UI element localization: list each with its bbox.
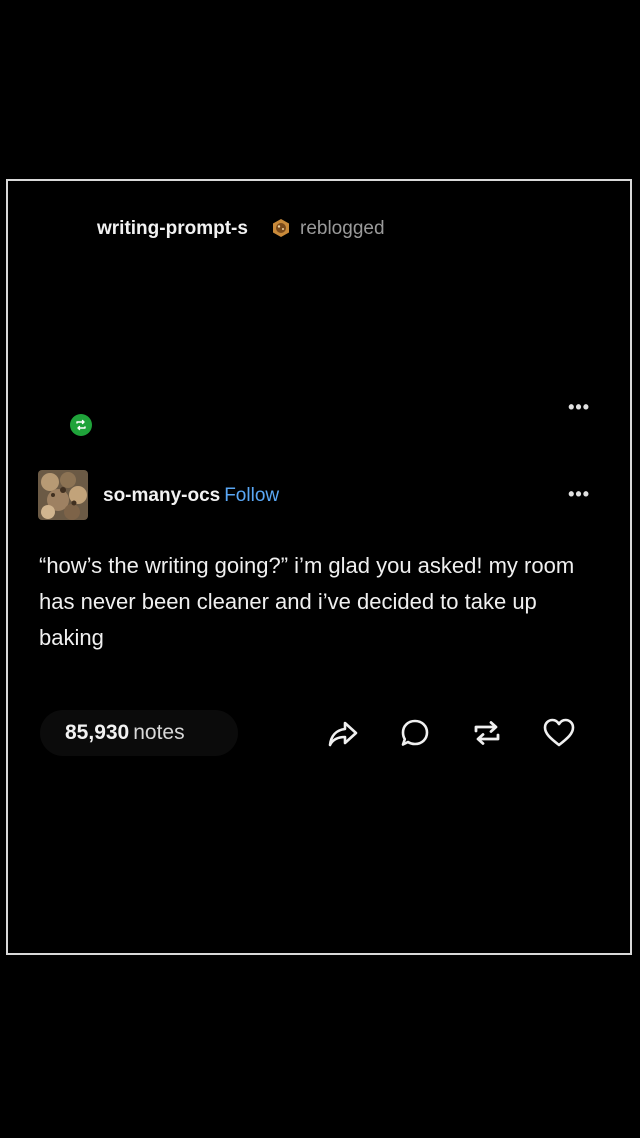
heart-icon[interactable] — [540, 714, 578, 752]
author-username[interactable]: so-many-ocs — [103, 485, 220, 506]
reblogged-text: reblogged — [300, 218, 385, 239]
share-icon[interactable] — [324, 714, 362, 752]
reply-icon[interactable] — [396, 714, 434, 752]
more-options-icon[interactable]: ••• — [568, 398, 590, 416]
follow-button[interactable]: Follow — [224, 485, 279, 506]
reblogger-username[interactable]: writing-prompt-s — [97, 218, 248, 240]
reblog-header: writing-prompt-s reblogged — [64, 214, 584, 244]
avatar[interactable] — [38, 470, 88, 520]
post-text: “how’s the writing going?” i’m glad you … — [39, 553, 575, 650]
reblog-icon — [70, 414, 92, 436]
author-line: so-many-ocs Follow — [103, 485, 279, 507]
reblog-button-icon[interactable] — [468, 714, 506, 752]
post-more-options-icon[interactable]: ••• — [568, 485, 590, 503]
cookie-badge-icon — [271, 218, 291, 238]
notes-count: 85,930 — [65, 721, 130, 744]
notes-label: notes — [133, 721, 185, 744]
notes-button[interactable]: 85,930 notes — [40, 710, 238, 756]
